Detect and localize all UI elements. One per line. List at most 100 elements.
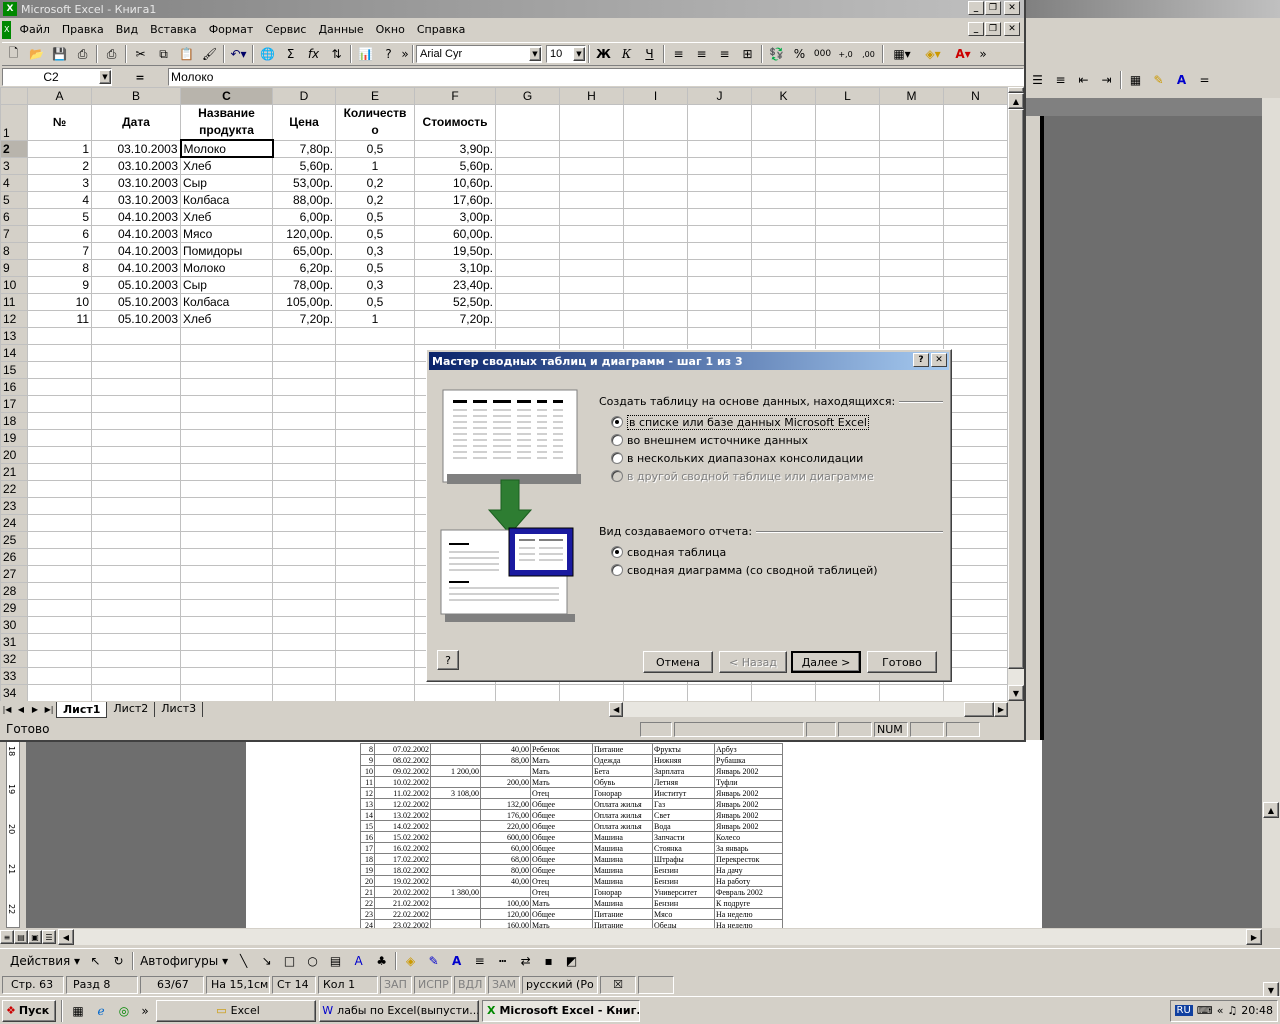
column-header-a[interactable]: A	[27, 87, 92, 105]
row-header[interactable]: 6	[0, 207, 28, 226]
italic-icon[interactable]: К	[615, 43, 638, 65]
font-size-select[interactable]: 10 ▼	[546, 45, 586, 63]
line-style-icon[interactable]: ≡	[468, 950, 491, 972]
doc-close-icon[interactable]: ✕	[1004, 22, 1020, 36]
doc-minimize-icon[interactable]: _	[968, 22, 984, 36]
status-track[interactable]: ИСПР	[414, 976, 452, 994]
font-color-excel-icon[interactable]: A▾	[948, 43, 978, 65]
line-color-icon[interactable]: ✎	[422, 950, 445, 972]
status-ext[interactable]: ВДЛ	[454, 976, 486, 994]
cell-num[interactable]: 8	[27, 258, 92, 277]
print-icon[interactable]: ⎙	[100, 43, 123, 65]
menu-view[interactable]: Вид	[110, 21, 144, 39]
autosum-icon[interactable]: Σ	[279, 43, 302, 65]
underline-icon[interactable]: Ч	[638, 43, 661, 65]
percent-icon[interactable]: %	[788, 43, 811, 65]
menu-tools[interactable]: Сервис	[259, 21, 312, 39]
menu-file[interactable]: Файл	[13, 21, 55, 39]
row-header[interactable]: 32	[0, 649, 28, 668]
cell-cost[interactable]: 23,40р.	[414, 275, 496, 294]
border-icon[interactable]: ▦	[1124, 69, 1147, 91]
quicklaunch-more-icon[interactable]: »	[137, 1000, 153, 1022]
volume-icon[interactable]: ♫	[1227, 1004, 1237, 1017]
cell-cost[interactable]: 19,50р.	[414, 241, 496, 260]
next-button[interactable]: Далее >	[791, 651, 861, 673]
cell-cost[interactable]: 17,60р.	[414, 190, 496, 209]
row-header[interactable]: 8	[0, 241, 28, 260]
wordart-icon[interactable]: A	[347, 950, 370, 972]
row-header[interactable]: 27	[0, 564, 28, 583]
cell-header-cost[interactable]: Стоимость	[414, 104, 496, 141]
row-header[interactable]: 9	[0, 258, 28, 277]
cell-cost[interactable]: 60,00р.	[414, 224, 496, 243]
menu-window[interactable]: Окно	[370, 21, 411, 39]
cell-num[interactable]: 6	[27, 224, 92, 243]
column-header-l[interactable]: L	[815, 87, 880, 105]
keyboard-icon[interactable]: ⌨	[1197, 1004, 1213, 1017]
excel-scroll-up-icon[interactable]: ▲	[1008, 93, 1024, 109]
cell-date[interactable]: 05.10.2003	[91, 292, 181, 311]
row-header[interactable]: 28	[0, 581, 28, 600]
cell-qty[interactable]: 0,5	[335, 207, 415, 226]
cell-product[interactable]: Хлеб	[180, 207, 273, 226]
align-center-icon[interactable]: ≡	[690, 43, 713, 65]
cell-date[interactable]: 05.10.2003	[91, 275, 181, 294]
cell-date[interactable]: 05.10.2003	[91, 309, 181, 328]
cell-header-num[interactable]: №	[27, 104, 92, 141]
last-sheet-icon[interactable]: ▶|	[42, 703, 56, 717]
cell-num[interactable]: 9	[27, 275, 92, 294]
word-hscroll[interactable]: ≡ ▤ ▣ ☰ ◀ ▶	[0, 928, 1280, 946]
row-header[interactable]: 23	[0, 496, 28, 515]
hyperlink-icon[interactable]: 🌐	[256, 43, 279, 65]
cell-date[interactable]: 04.10.2003	[91, 258, 181, 277]
column-header-n[interactable]: N	[943, 87, 1008, 105]
cell-product[interactable]: Колбаса	[180, 190, 273, 209]
paste-icon[interactable]: 📋	[175, 43, 198, 65]
scroll-left-icon[interactable]: ◀	[58, 929, 74, 945]
cell-qty[interactable]: 0,2	[335, 173, 415, 192]
ie-icon[interactable]: ℯ	[91, 1000, 111, 1022]
column-header-m[interactable]: M	[879, 87, 944, 105]
cell-qty[interactable]: 0,3	[335, 275, 415, 294]
row-header[interactable]: 17	[0, 394, 28, 413]
radio-pivot-chart[interactable]	[611, 564, 623, 576]
task-word-doc[interactable]: Wлабы по Excel(выпусти...	[319, 999, 479, 1022]
column-header-g[interactable]: G	[495, 87, 560, 105]
source-option-consolidation[interactable]: в нескольких диапазонах консолидации	[611, 449, 874, 467]
web-view-icon[interactable]: ▤	[14, 930, 28, 944]
row-header[interactable]: 7	[0, 224, 28, 243]
increase-indent-icon[interactable]: ⇥	[1095, 69, 1118, 91]
cell-qty[interactable]: 0,2	[335, 190, 415, 209]
dialog-assistant-button[interactable]: ?	[437, 650, 459, 670]
cell-cost[interactable]: 3,10р.	[414, 258, 496, 277]
fill-color-icon[interactable]: ◈	[399, 950, 422, 972]
bold-icon[interactable]: Ж	[592, 43, 615, 65]
cell-num[interactable]: 4	[27, 190, 92, 209]
row-header[interactable]: 19	[0, 428, 28, 447]
decrease-decimal-icon[interactable]: ,00	[857, 43, 880, 65]
dialog-close-icon[interactable]: ✕	[931, 353, 947, 367]
cell-qty[interactable]: 0,5	[335, 139, 415, 158]
cut-icon[interactable]: ✂	[129, 43, 152, 65]
status-ovr[interactable]: ЗАМ	[488, 976, 520, 994]
row-header[interactable]: 18	[0, 411, 28, 430]
radio-external[interactable]	[611, 434, 623, 446]
cell-product[interactable]: Помидоры	[180, 241, 273, 260]
actions-menu[interactable]: Действия ▾	[6, 950, 84, 972]
chart-wizard-icon[interactable]: 📊	[354, 43, 377, 65]
row-header[interactable]: 12	[0, 309, 28, 328]
cell-price[interactable]: 7,80р.	[272, 139, 336, 158]
open-icon[interactable]: 📂	[25, 43, 48, 65]
cell-product[interactable]: Молоко	[179, 139, 274, 158]
minimize-icon[interactable]: _	[968, 1, 984, 15]
formula-input[interactable]: Молоко	[168, 68, 1024, 86]
line-icon[interactable]: ╲	[232, 950, 255, 972]
formula-equals[interactable]: =	[112, 71, 168, 84]
row-header[interactable]: 16	[0, 377, 28, 396]
save-icon[interactable]: 💾	[48, 43, 71, 65]
textbox-icon[interactable]: ▤	[324, 950, 347, 972]
cell-date[interactable]: 04.10.2003	[91, 207, 181, 226]
row-header[interactable]: 15	[0, 360, 28, 379]
column-header-i[interactable]: I	[623, 87, 688, 105]
menu-format[interactable]: Формат	[203, 21, 260, 39]
